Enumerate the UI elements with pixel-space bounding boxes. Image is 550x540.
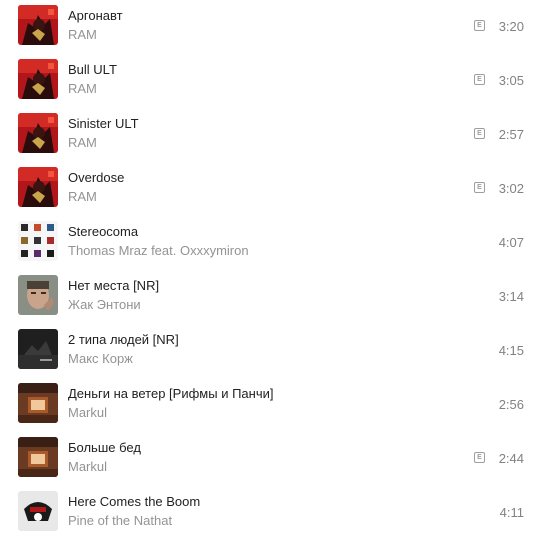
track-title[interactable]: Bull ULT <box>68 62 117 77</box>
track-title[interactable]: Stereocoma <box>68 224 138 239</box>
skull-album-cover-icon[interactable] <box>18 491 58 531</box>
track-duration: 2:44 <box>498 451 524 466</box>
track-duration: 3:20 <box>498 19 524 34</box>
track-duration: 4:07 <box>498 235 524 250</box>
track-title[interactable]: Деньги на ветер [Рифмы и Панчи] <box>68 386 273 401</box>
track-duration: 3:02 <box>498 181 524 196</box>
track-artist[interactable]: Markul <box>68 459 107 474</box>
track-list: Аргонавт RAM E 3:20 Bull ULT RAM E 3:05 … <box>0 0 550 540</box>
track-row[interactable]: Деньги на ветер [Рифмы и Панчи] Markul 2… <box>0 378 550 432</box>
explicit-icon: E <box>474 20 485 31</box>
ram-album-cover-icon[interactable] <box>18 167 58 207</box>
explicit-icon: E <box>474 128 485 139</box>
track-row[interactable]: Больше бед Markul E 2:44 <box>0 432 550 486</box>
track-title[interactable]: Here Comes the Boom <box>68 494 200 509</box>
track-title[interactable]: Overdose <box>68 170 124 185</box>
track-artist[interactable]: RAM <box>68 81 97 96</box>
track-row[interactable]: Here Comes the Boom Pine of the Nathat 4… <box>0 486 550 540</box>
track-artist[interactable]: RAM <box>68 27 97 42</box>
explicit-icon: E <box>474 182 485 193</box>
track-title[interactable]: Аргонавт <box>68 8 123 23</box>
track-row[interactable]: Overdose RAM E 3:02 <box>0 162 550 216</box>
room-album-cover-icon[interactable] <box>18 383 58 423</box>
ram-album-cover-icon[interactable] <box>18 5 58 45</box>
explicit-icon: E <box>474 74 485 85</box>
track-title[interactable]: Больше бед <box>68 440 141 455</box>
track-row[interactable]: Bull ULT RAM E 3:05 <box>0 54 550 108</box>
track-title[interactable]: 2 типа людей [NR] <box>68 332 179 347</box>
ram-album-cover-icon[interactable] <box>18 59 58 99</box>
track-row[interactable]: Нет места [NR] Жак Энтони 3:14 <box>0 270 550 324</box>
track-row[interactable]: Аргонавт RAM E 3:20 <box>0 0 550 54</box>
track-row[interactable]: Sinister ULT RAM E 2:57 <box>0 108 550 162</box>
track-title[interactable]: Sinister ULT <box>68 116 139 131</box>
track-row[interactable]: Stereocoma Thomas Mraz feat. Oxxxymiron … <box>0 216 550 270</box>
track-duration: 2:56 <box>498 397 524 412</box>
dark-album-cover-icon[interactable] <box>18 329 58 369</box>
track-artist[interactable]: RAM <box>68 135 97 150</box>
track-title[interactable]: Нет места [NR] <box>68 278 159 293</box>
track-artist[interactable]: Жак Энтони <box>68 297 141 312</box>
grid-album-cover-icon[interactable] <box>18 221 58 261</box>
track-duration: 3:14 <box>498 289 524 304</box>
track-artist[interactable]: Pine of the Nathat <box>68 513 172 528</box>
track-artist[interactable]: Thomas Mraz feat. Oxxxymiron <box>68 243 249 258</box>
track-artist[interactable]: Markul <box>68 405 107 420</box>
track-duration: 4:15 <box>498 343 524 358</box>
track-artist[interactable]: Макс Корж <box>68 351 133 366</box>
face-album-cover-icon[interactable] <box>18 275 58 315</box>
track-duration: 2:57 <box>498 127 524 142</box>
ram-album-cover-icon[interactable] <box>18 113 58 153</box>
track-duration: 3:05 <box>498 73 524 88</box>
room-album-cover-icon[interactable] <box>18 437 58 477</box>
explicit-icon: E <box>474 452 485 463</box>
track-row[interactable]: 2 типа людей [NR] Макс Корж 4:15 <box>0 324 550 378</box>
track-artist[interactable]: RAM <box>68 189 97 204</box>
